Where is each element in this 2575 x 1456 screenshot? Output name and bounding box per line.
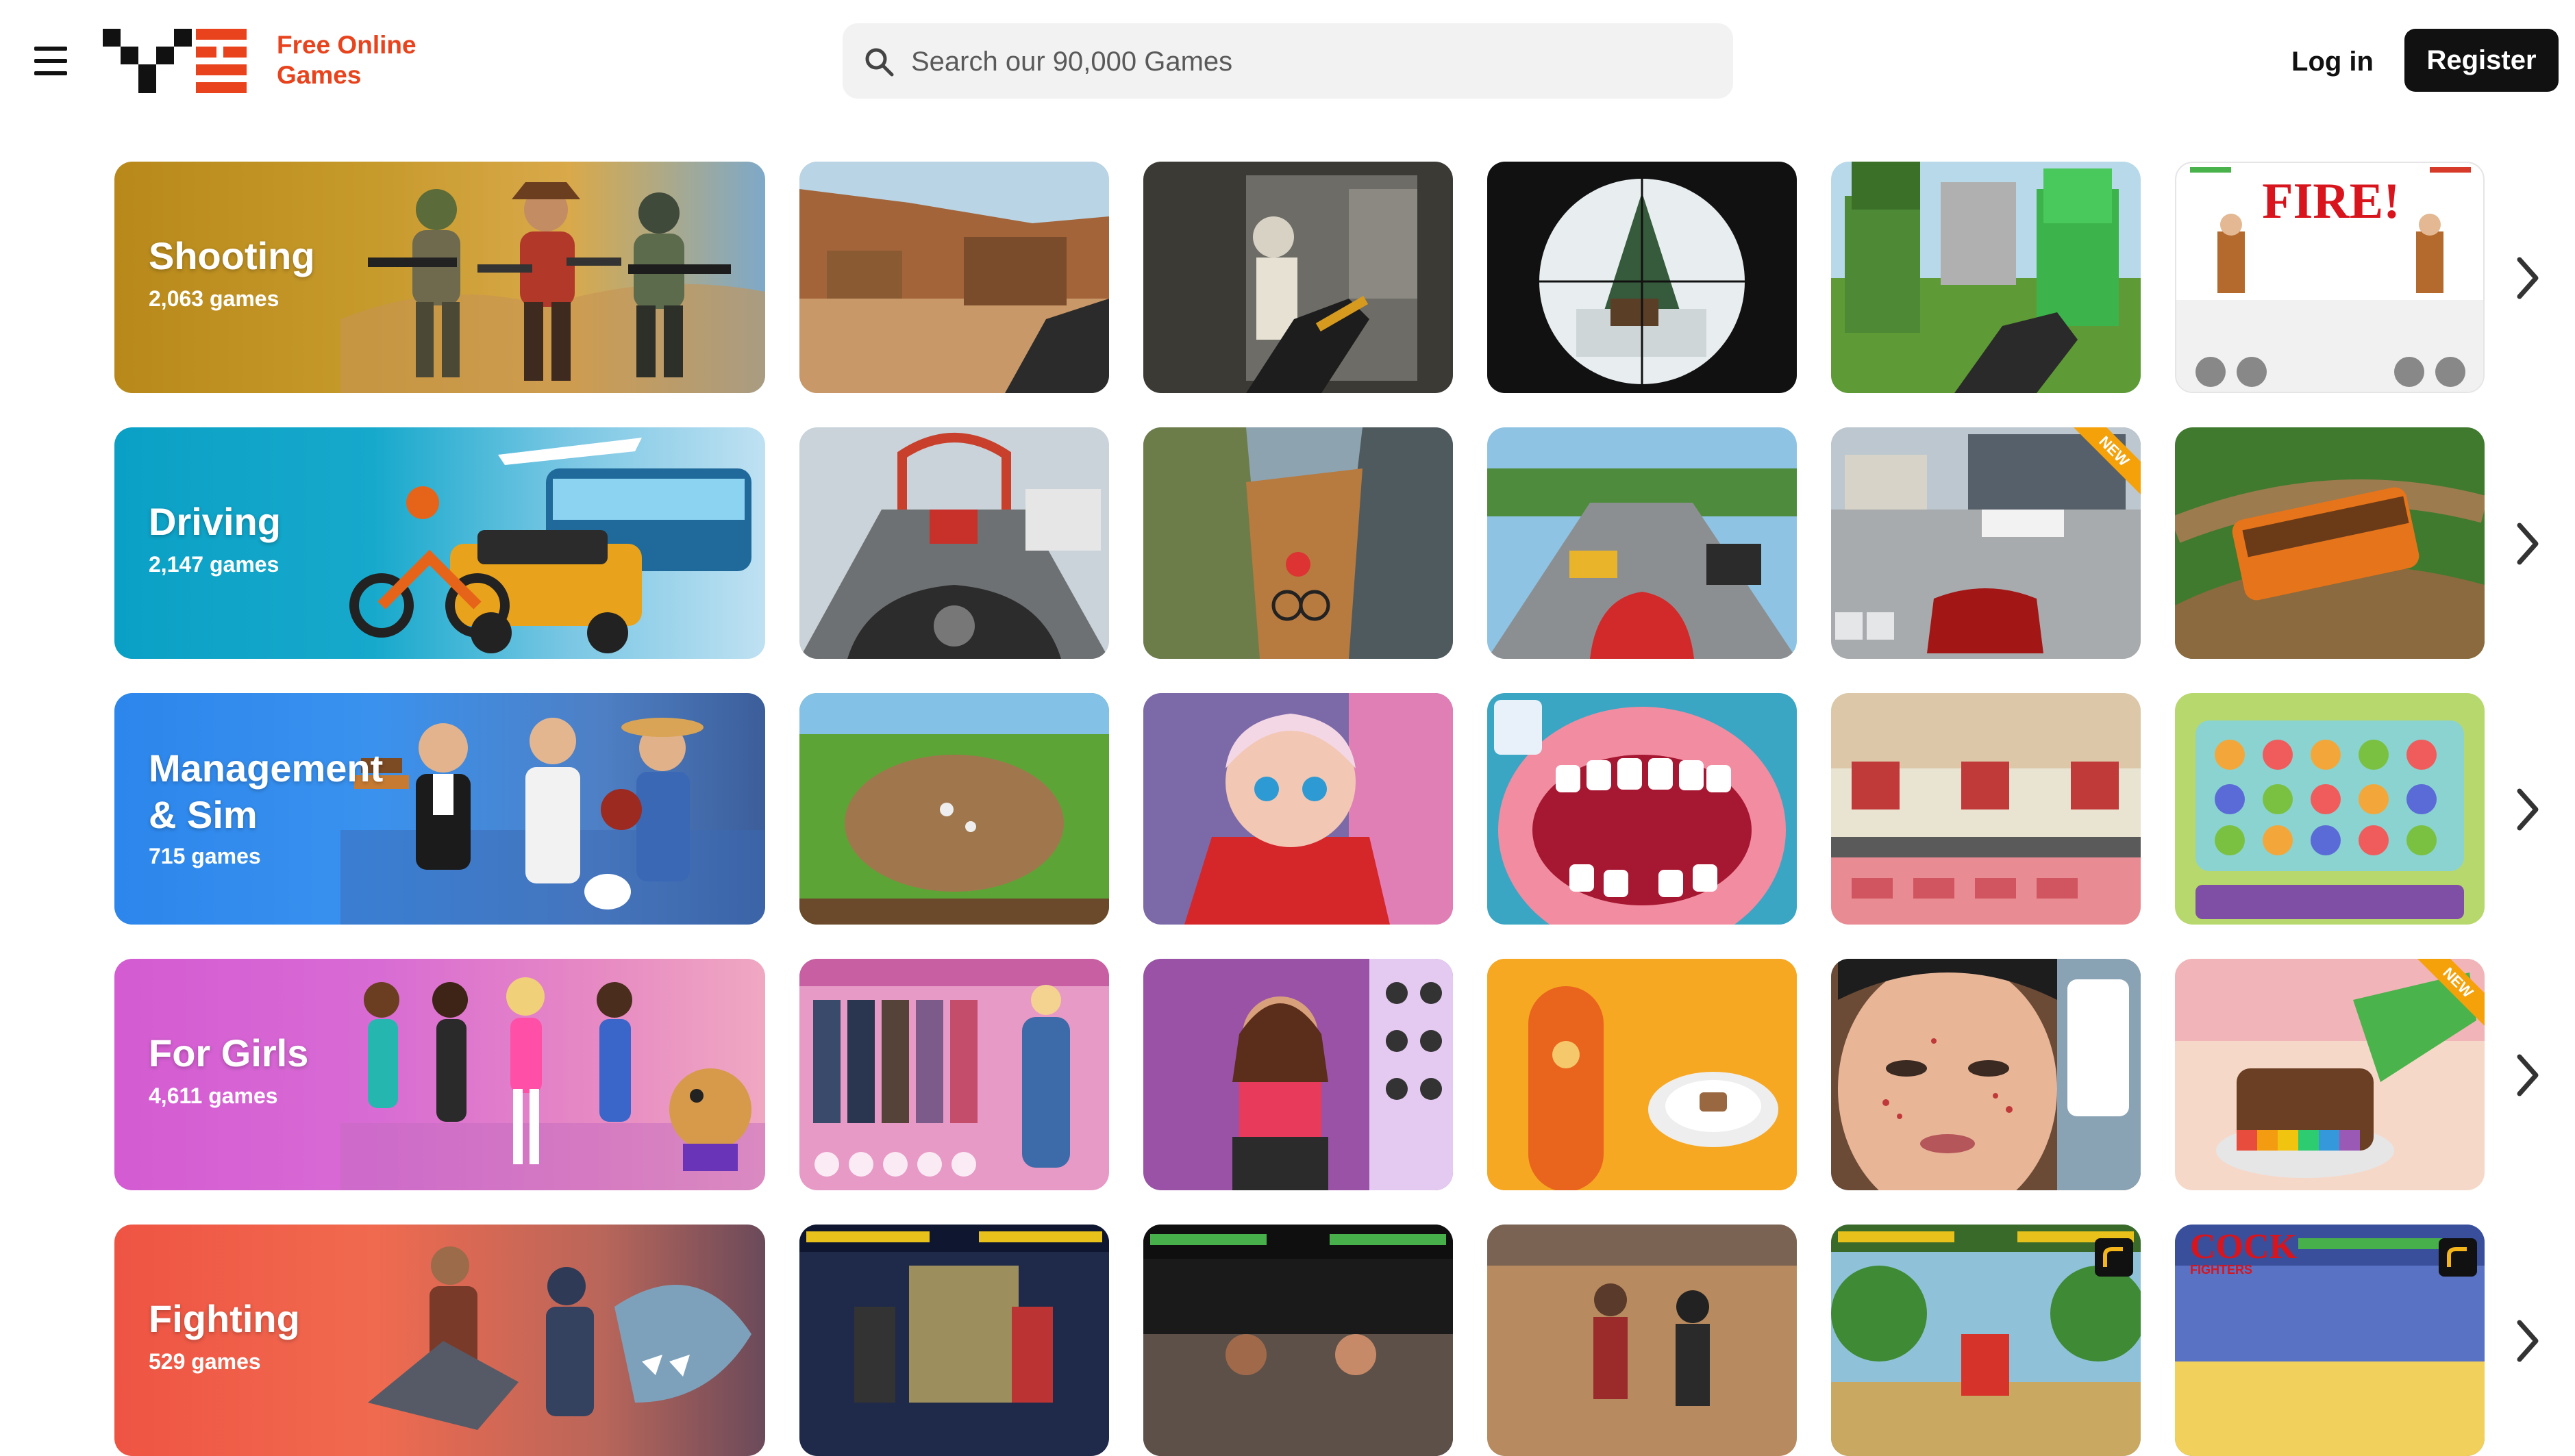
chevron-right-icon[interactable] — [2514, 520, 2541, 568]
game-thumbnail[interactable]: COCK FIGHTERS — [2175, 1225, 2485, 1456]
game-thumbnail[interactable] — [799, 427, 1109, 659]
logo-text[interactable]: Free Online Games — [277, 30, 416, 90]
game-thumbnail[interactable] — [799, 959, 1109, 1190]
category-art-driving — [349, 438, 751, 653]
category-count: 4,611 games — [149, 1083, 278, 1108]
search-icon — [865, 48, 894, 77]
game-thumbnail[interactable] — [1487, 959, 1797, 1190]
category-title: Shooting — [149, 234, 315, 277]
logo-text-line2: Games — [277, 61, 362, 89]
game-thumbnail[interactable] — [799, 693, 1109, 925]
category-count: 529 games — [149, 1349, 261, 1374]
game-thumbnail[interactable] — [1143, 427, 1453, 659]
hamburger-menu-icon[interactable] — [34, 47, 69, 77]
category-row-fighting: Fighting 529 games COCK FIGHTERS — [0, 1225, 2575, 1456]
game-thumbnail[interactable] — [799, 1225, 1109, 1456]
game-thumbnail[interactable] — [2175, 693, 2485, 925]
game-thumbnail[interactable] — [1487, 427, 1797, 659]
game-thumbnail[interactable] — [1487, 162, 1797, 393]
category-title: Fighting — [149, 1297, 300, 1340]
game-thumbnail[interactable]: FIRE! — [2175, 162, 2485, 393]
category-art-fighting — [368, 1246, 751, 1430]
category-card-management-sim[interactable]: Management & Sim 715 games — [114, 693, 765, 925]
category-art-for-girls — [340, 977, 765, 1190]
game-thumbnail[interactable] — [1143, 959, 1453, 1190]
logo-text-line1: Free Online — [277, 31, 416, 59]
chevron-right-icon[interactable] — [2514, 254, 2541, 302]
category-card-for-girls[interactable]: For Girls 4,611 games — [114, 959, 765, 1190]
game-thumbnail[interactable] — [1831, 1225, 2141, 1456]
category-art-shooting — [340, 182, 765, 393]
category-title: For Girls — [149, 1031, 309, 1075]
site-header: Free Online Games Log in Register — [0, 0, 2575, 123]
game-thumbnail[interactable] — [799, 162, 1109, 393]
category-card-shooting[interactable]: Shooting 2,063 games — [114, 162, 765, 393]
category-card-fighting[interactable]: Fighting 529 games — [114, 1225, 765, 1456]
category-count: 2,063 games — [149, 286, 279, 311]
game-thumbnail[interactable] — [1143, 1225, 1453, 1456]
game-thumbnail[interactable]: NEW — [2175, 959, 2485, 1190]
category-row-driving: Driving 2,147 games NEW — [0, 427, 2575, 659]
site-logo[interactable] — [103, 29, 247, 93]
game-thumbnail[interactable] — [1831, 959, 2141, 1190]
game-thumbnail[interactable] — [2175, 427, 2485, 659]
chevron-right-icon[interactable] — [2514, 786, 2541, 833]
category-art-management-sim — [340, 718, 765, 925]
category-count: 2,147 games — [149, 552, 279, 577]
category-title: Driving — [149, 500, 281, 543]
game-thumbnail[interactable] — [1831, 162, 2141, 393]
thumbnail-text-fighters: FIGHTERS — [2190, 1263, 2253, 1277]
chevron-right-icon[interactable] — [2514, 1051, 2541, 1099]
category-title: Management & Sim — [149, 746, 384, 836]
chevron-right-icon[interactable] — [2514, 1317, 2541, 1365]
thumbnail-text-cock: COCK — [2190, 1227, 2297, 1266]
category-count: 715 games — [149, 844, 261, 868]
category-row-management-sim: Management & Sim 715 games — [0, 693, 2575, 925]
category-row-for-girls: For Girls 4,611 games NEW — [0, 959, 2575, 1190]
game-thumbnail[interactable] — [1487, 693, 1797, 925]
login-button[interactable]: Log in — [2281, 40, 2384, 84]
category-card-driving[interactable]: Driving 2,147 games — [114, 427, 765, 659]
game-thumbnail[interactable] — [1487, 1225, 1797, 1456]
game-thumbnail[interactable] — [1143, 162, 1453, 393]
search-bar[interactable] — [843, 23, 1733, 99]
search-input[interactable] — [910, 38, 1707, 85]
game-thumbnail[interactable]: NEW — [1831, 427, 2141, 659]
game-thumbnail[interactable] — [1831, 693, 2141, 925]
category-row-shooting: Shooting 2,063 games FIRE! — [0, 162, 2575, 393]
game-thumbnail[interactable] — [1143, 693, 1453, 925]
register-button[interactable]: Register — [2404, 29, 2559, 92]
